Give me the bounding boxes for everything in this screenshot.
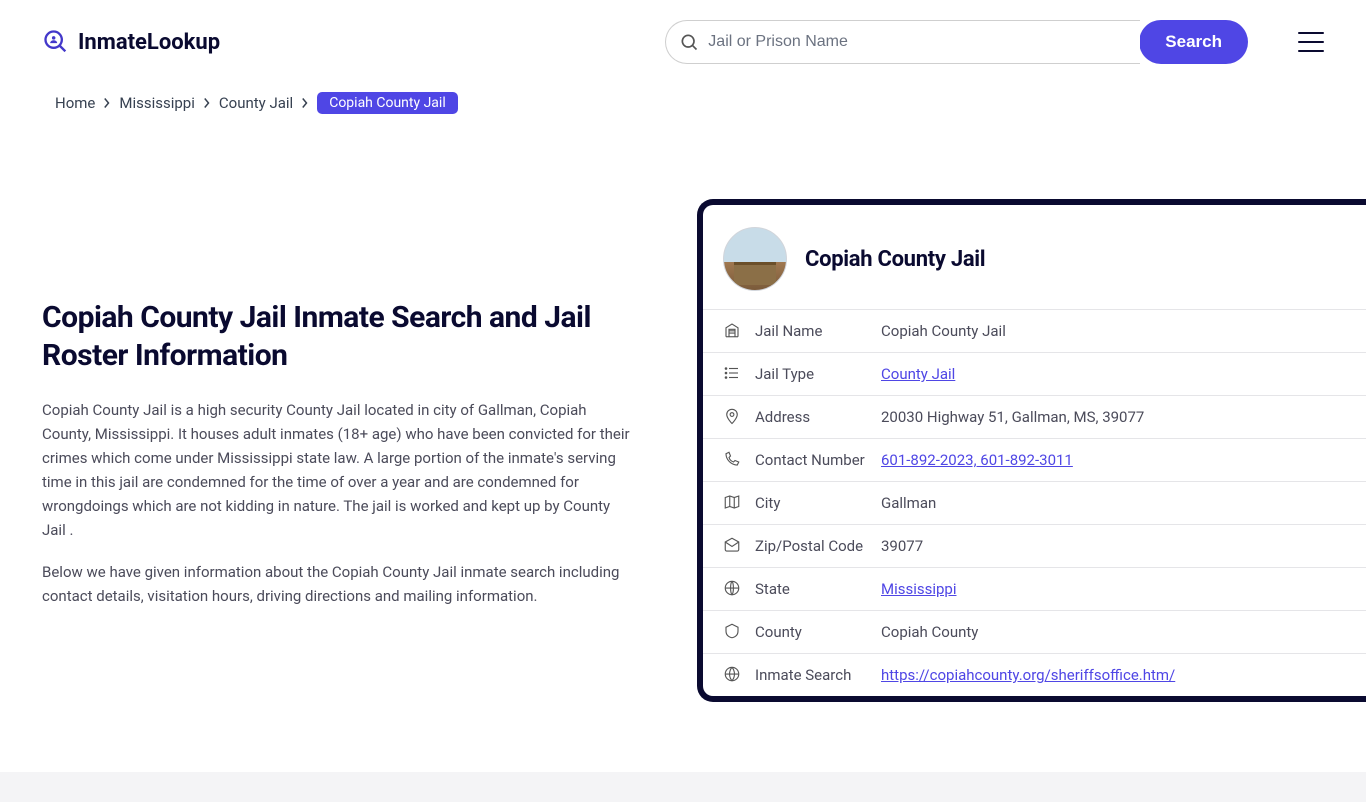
info-label: City [755, 494, 881, 512]
logo[interactable]: InmateLookup [42, 28, 220, 56]
info-label: Jail Name [755, 322, 881, 340]
info-link[interactable]: https://copiahcounty.org/sheriffsoffice.… [881, 666, 1175, 684]
search-input[interactable] [665, 20, 1140, 64]
page-title: Copiah County Jail Inmate Search and Jai… [42, 299, 637, 374]
info-row: Contact Number601-892-2023, 601-892-3011 [703, 438, 1366, 481]
info-card: Copiah County Jail Jail NameCopiah Count… [697, 199, 1366, 702]
menu-icon[interactable] [1298, 32, 1324, 52]
card-header: Copiah County Jail [703, 205, 1366, 309]
row-icon [723, 665, 743, 685]
info-row: Zip/Postal Code39077 [703, 524, 1366, 567]
right-column: Copiah County Jail Jail NameCopiah Count… [697, 144, 1366, 702]
chevron-right-icon [103, 97, 111, 109]
description-2: Below we have given information about th… [42, 560, 637, 608]
breadcrumb: Home Mississippi County Jail Copiah Coun… [0, 84, 1366, 114]
row-icon [723, 579, 743, 599]
row-icon [723, 407, 743, 427]
chevron-right-icon [301, 97, 309, 109]
info-value: 20030 Highway 51, Gallman, MS, 39077 [881, 408, 1144, 426]
row-icon [723, 622, 743, 642]
info-label: State [755, 580, 881, 598]
logo-text: InmateLookup [78, 30, 220, 55]
main-content: Copiah County Jail Inmate Search and Jai… [0, 144, 1366, 702]
info-link[interactable]: 601-892-2023, 601-892-3011 [881, 451, 1073, 469]
info-row: Jail TypeCounty Jail [703, 352, 1366, 395]
info-value: Copiah County Jail [881, 322, 1006, 340]
info-row: CityGallman [703, 481, 1366, 524]
jail-avatar [723, 227, 787, 291]
card-title: Copiah County Jail [805, 247, 985, 272]
info-row: Jail NameCopiah County Jail [703, 309, 1366, 352]
footer-band [0, 772, 1366, 802]
info-link[interactable]: Mississippi [881, 580, 957, 598]
info-label: County [755, 623, 881, 641]
info-row: Address20030 Highway 51, Gallman, MS, 39… [703, 395, 1366, 438]
breadcrumb-home[interactable]: Home [55, 94, 95, 112]
info-link[interactable]: County Jail [881, 365, 955, 383]
info-value: 39077 [881, 537, 923, 555]
info-value: Gallman [881, 494, 936, 512]
row-icon [723, 321, 743, 341]
info-row: StateMississippi [703, 567, 1366, 610]
magnifier-person-icon [42, 28, 70, 56]
info-value: Copiah County [881, 623, 978, 641]
info-label: Jail Type [755, 365, 881, 383]
info-label: Inmate Search [755, 666, 881, 684]
breadcrumb-state[interactable]: Mississippi [119, 94, 195, 112]
search-wrapper [665, 20, 1140, 64]
info-label: Zip/Postal Code [755, 537, 881, 555]
row-icon [723, 493, 743, 513]
breadcrumb-type[interactable]: County Jail [219, 94, 293, 112]
row-icon [723, 450, 743, 470]
header: InmateLookup Search [0, 0, 1366, 84]
info-row: CountyCopiah County [703, 610, 1366, 653]
info-label: Address [755, 408, 881, 426]
breadcrumb-current: Copiah County Jail [317, 92, 458, 114]
search-button[interactable]: Search [1139, 20, 1248, 64]
chevron-right-icon [203, 97, 211, 109]
left-column: Copiah County Jail Inmate Search and Jai… [42, 144, 637, 702]
info-row: Inmate Searchhttps://copiahcounty.org/sh… [703, 653, 1366, 696]
row-icon [723, 536, 743, 556]
row-icon [723, 364, 743, 384]
info-label: Contact Number [755, 451, 881, 469]
description-1: Copiah County Jail is a high security Co… [42, 398, 637, 542]
search-container: Search [665, 20, 1324, 64]
